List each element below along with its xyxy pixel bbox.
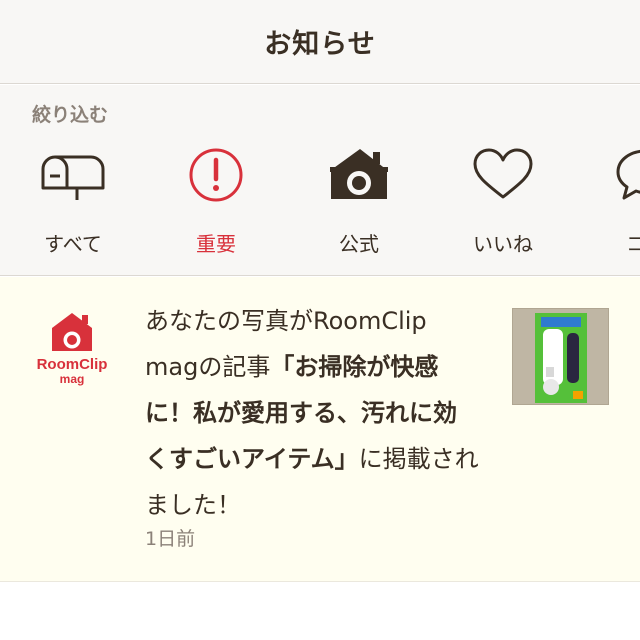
filter-tab-label: すべて xyxy=(44,232,102,256)
logo-text-bottom: mag xyxy=(60,372,85,386)
filter-tab-likes[interactable]: いいね xyxy=(443,145,563,265)
mailbox-icon xyxy=(41,145,105,209)
filter-section: 絞り込む すべて 重要 公式 いいね xyxy=(0,85,640,276)
heart-icon xyxy=(471,145,535,209)
camera-house-icon xyxy=(327,145,391,209)
filter-label: 絞り込む xyxy=(32,104,109,126)
photo-thumbnail[interactable] xyxy=(512,308,609,405)
filter-tab-label: 公式 xyxy=(339,232,379,256)
notification-item[interactable]: RoomClip mag あなたの写真がRoomClip magの記事「お掃除が… xyxy=(0,277,640,582)
filter-tab-official[interactable]: 公式 xyxy=(299,145,419,265)
filter-tab-label: いいね xyxy=(473,232,533,256)
page-title: お知らせ xyxy=(264,29,376,60)
notification-message: あなたの写真がRoomClip magの記事「お掃除が快感に！私が愛用する、汚れ… xyxy=(145,298,480,528)
page-header: お知らせ xyxy=(0,0,640,84)
logo-text-top: RoomClip xyxy=(37,356,108,373)
exclamation-circle-icon xyxy=(184,145,248,209)
filter-tab-label: 重要 xyxy=(196,232,236,256)
filter-tab-label: コメ xyxy=(626,228,640,257)
filter-tab-comments[interactable]: コメ xyxy=(586,145,640,265)
filter-tab-important[interactable]: 重要 xyxy=(156,145,276,265)
roomclip-mag-logo: RoomClip mag xyxy=(34,311,134,401)
notification-timestamp: 1日前 xyxy=(145,528,196,550)
filter-tab-all[interactable]: すべて xyxy=(13,145,133,265)
comment-icon xyxy=(614,145,640,209)
